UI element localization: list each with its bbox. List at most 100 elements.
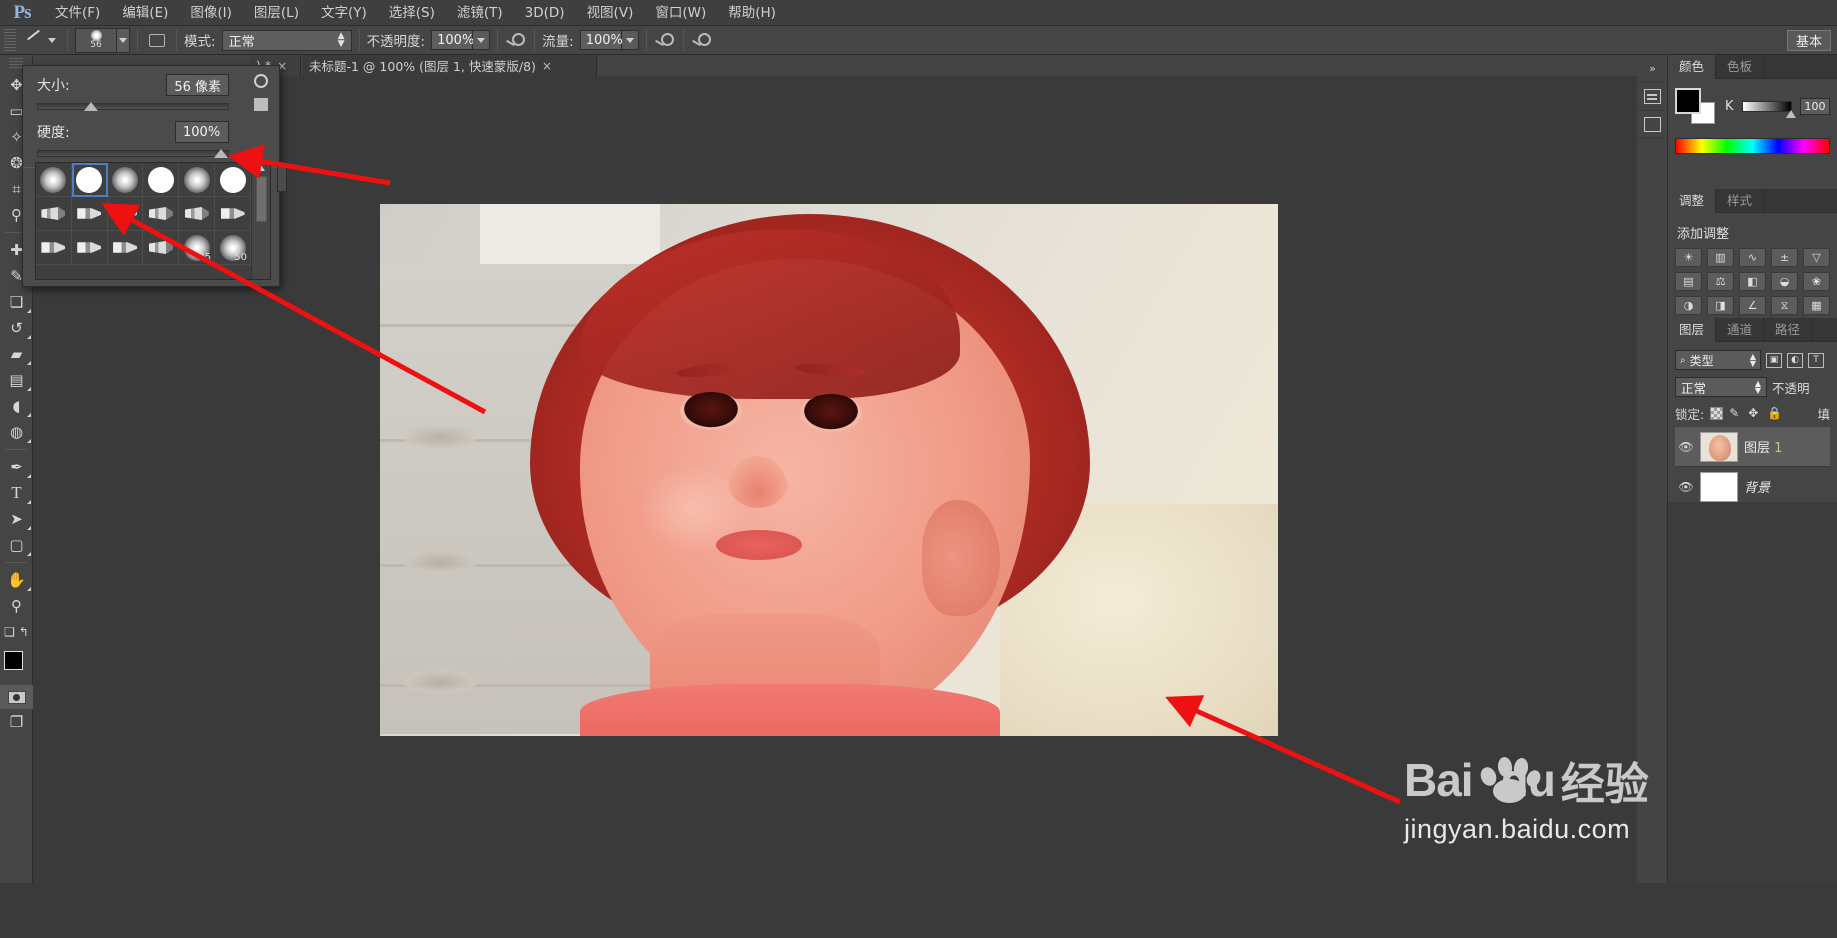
brush-preset-item[interactable]: 50 [215,231,251,265]
brush-preset-item[interactable] [36,163,72,197]
layer-thumbnail[interactable] [1700,471,1738,502]
tool-type[interactable]: T [0,480,33,506]
opacity-pressure-icon[interactable] [505,30,527,50]
brush-preset-item[interactable] [215,197,251,231]
brush-size-input[interactable]: 56 像素 [166,74,229,96]
opacity-input[interactable]: 100% [431,30,474,50]
menu-layer[interactable]: 图层(L) [243,0,310,26]
brush-hardness-slider-thumb[interactable] [214,149,228,158]
lock-transparency-icon[interactable] [1710,407,1724,420]
adjustment-filter-icon[interactable]: ◐ [1787,352,1803,368]
layer-row-2[interactable]: 👁 背景 [1675,467,1830,507]
lock-position-icon[interactable]: ✥ [1748,407,1761,420]
brush-preset-item[interactable] [143,197,180,231]
brush-preset-item[interactable] [107,163,144,197]
brush-preset-item[interactable] [107,231,144,265]
gradient-map-icon[interactable]: ⧖ [1771,296,1798,315]
hue-saturation-icon[interactable]: ▤ [1675,272,1702,291]
invert-icon[interactable]: ◑ [1675,296,1702,315]
menu-filter[interactable]: 滤镜(T) [446,0,514,26]
new-preset-icon[interactable] [254,98,268,111]
color-swatch-pair[interactable] [1675,88,1717,124]
options-bar-grip[interactable] [4,29,16,51]
tool-edit-toolbar[interactable]: ❑ ↰ [0,619,33,645]
tab-adjustments[interactable]: 调整 [1668,189,1717,213]
menu-select[interactable]: 选择(S) [378,0,446,26]
k-channel-input[interactable]: 100 [1800,97,1830,115]
tab-color[interactable]: 颜色 [1668,55,1717,79]
brush-preset-grid[interactable]: 25 50 [36,163,251,279]
scrollbar-thumb[interactable] [255,176,267,222]
brush-preset-dropdown-arrow[interactable] [117,27,130,53]
opacity-dropdown-arrow[interactable] [473,30,491,50]
brush-size-slider-thumb[interactable] [83,102,98,111]
tab-styles[interactable]: 样式 [1716,189,1765,213]
brush-preset-item[interactable] [215,163,251,197]
brush-preset-item[interactable] [36,197,72,231]
popup-resize-handle[interactable] [277,162,287,192]
k-channel-slider[interactable] [1741,100,1796,118]
document-canvas[interactable] [380,204,1278,736]
tool-hand[interactable]: ✋ [0,567,33,593]
menu-image[interactable]: 图像(I) [179,0,243,26]
brush-hardness-slider[interactable] [37,149,229,158]
tab-paths[interactable]: 路径 [1764,318,1813,342]
k-slider-thumb[interactable] [1786,109,1796,118]
layer-filter-select[interactable]: ⌕ 类型 ▲ ▼ [1675,350,1761,370]
color-balance-icon[interactable]: ⚖ [1707,272,1734,291]
screen-mode-toggle[interactable]: ❐ [0,709,33,735]
tool-eraser[interactable]: ▰ [0,341,33,367]
tool-dodge[interactable]: ◍ [0,419,33,445]
scroll-up-icon[interactable] [257,165,265,171]
tool-gradient[interactable]: ▤ [0,367,33,393]
tablet-pressure-icon[interactable] [691,30,713,50]
layer-thumbnail[interactable] [1700,431,1738,462]
type-filter-icon[interactable]: T [1808,352,1824,368]
menu-window[interactable]: 窗口(W) [644,0,717,26]
brush-size-slider[interactable] [37,102,229,111]
workspace-switcher-button[interactable]: 基本 [1786,29,1831,51]
document-tab-active[interactable]: 未标题-1 @ 100% (图层 1, 快速蒙版/8) × [302,55,597,76]
eye-icon[interactable]: 👁 [1678,480,1694,494]
lock-image-icon[interactable]: ✎ [1729,407,1742,420]
brush-preset-popup[interactable]: 大小: 56 像素 硬度: 100% 25 50 [22,65,287,287]
brush-preset-item[interactable] [179,163,216,197]
tool-path-selection[interactable]: ➤ [0,506,33,532]
curves-icon[interactable]: ∿ [1739,248,1766,267]
quick-mask-toggle[interactable] [0,685,33,709]
eye-icon[interactable]: 👁 [1678,440,1694,454]
brush-preset-item[interactable] [71,197,108,231]
airbrush-icon[interactable] [654,30,676,50]
posterize-icon[interactable]: ◨ [1707,296,1734,315]
menu-edit[interactable]: 编辑(E) [111,0,179,26]
history-panel-button[interactable] [1637,83,1668,111]
levels-icon[interactable]: ▥ [1707,248,1734,267]
tool-rectangle[interactable]: ▢ [0,532,33,558]
tab-swatches[interactable]: 色板 [1716,55,1765,79]
close-icon[interactable]: × [542,59,552,73]
mini-dock-expand[interactable]: » [1637,55,1668,83]
lock-all-icon[interactable]: 🔒 [1767,407,1782,420]
foreground-color-swatch[interactable] [1675,88,1701,114]
color-swatches[interactable] [0,649,33,685]
layer-blend-mode-select[interactable]: 正常 ▲ ▼ [1675,377,1767,397]
threshold-icon[interactable]: ∠ [1739,296,1766,315]
toolbar-grip[interactable] [9,58,23,68]
channel-mixer-icon[interactable]: ❀ [1803,272,1830,291]
tab-layers[interactable]: 图层 [1668,318,1717,342]
properties-panel-button[interactable] [1637,111,1668,139]
layer-row-1[interactable]: 👁 图层 1 [1675,427,1830,467]
photo-filter-icon[interactable]: ◒ [1771,272,1798,291]
brush-preset-item[interactable]: 25 [179,231,216,265]
brush-preset-item[interactable] [36,231,72,265]
foreground-color-swatch[interactable] [4,651,23,670]
menu-help[interactable]: 帮助(H) [717,0,787,26]
tool-clone-stamp[interactable]: ❏ [0,289,33,315]
selective-color-icon[interactable]: ▦ [1803,296,1830,315]
tool-blur[interactable]: ◖ [0,393,33,419]
menu-3d[interactable]: 3D(D) [514,0,576,26]
flow-input[interactable]: 100% [579,30,623,50]
flow-dropdown-arrow[interactable] [621,30,639,50]
color-spectrum-ramp[interactable] [1675,138,1830,154]
tool-pen[interactable]: ✒ [0,454,33,480]
